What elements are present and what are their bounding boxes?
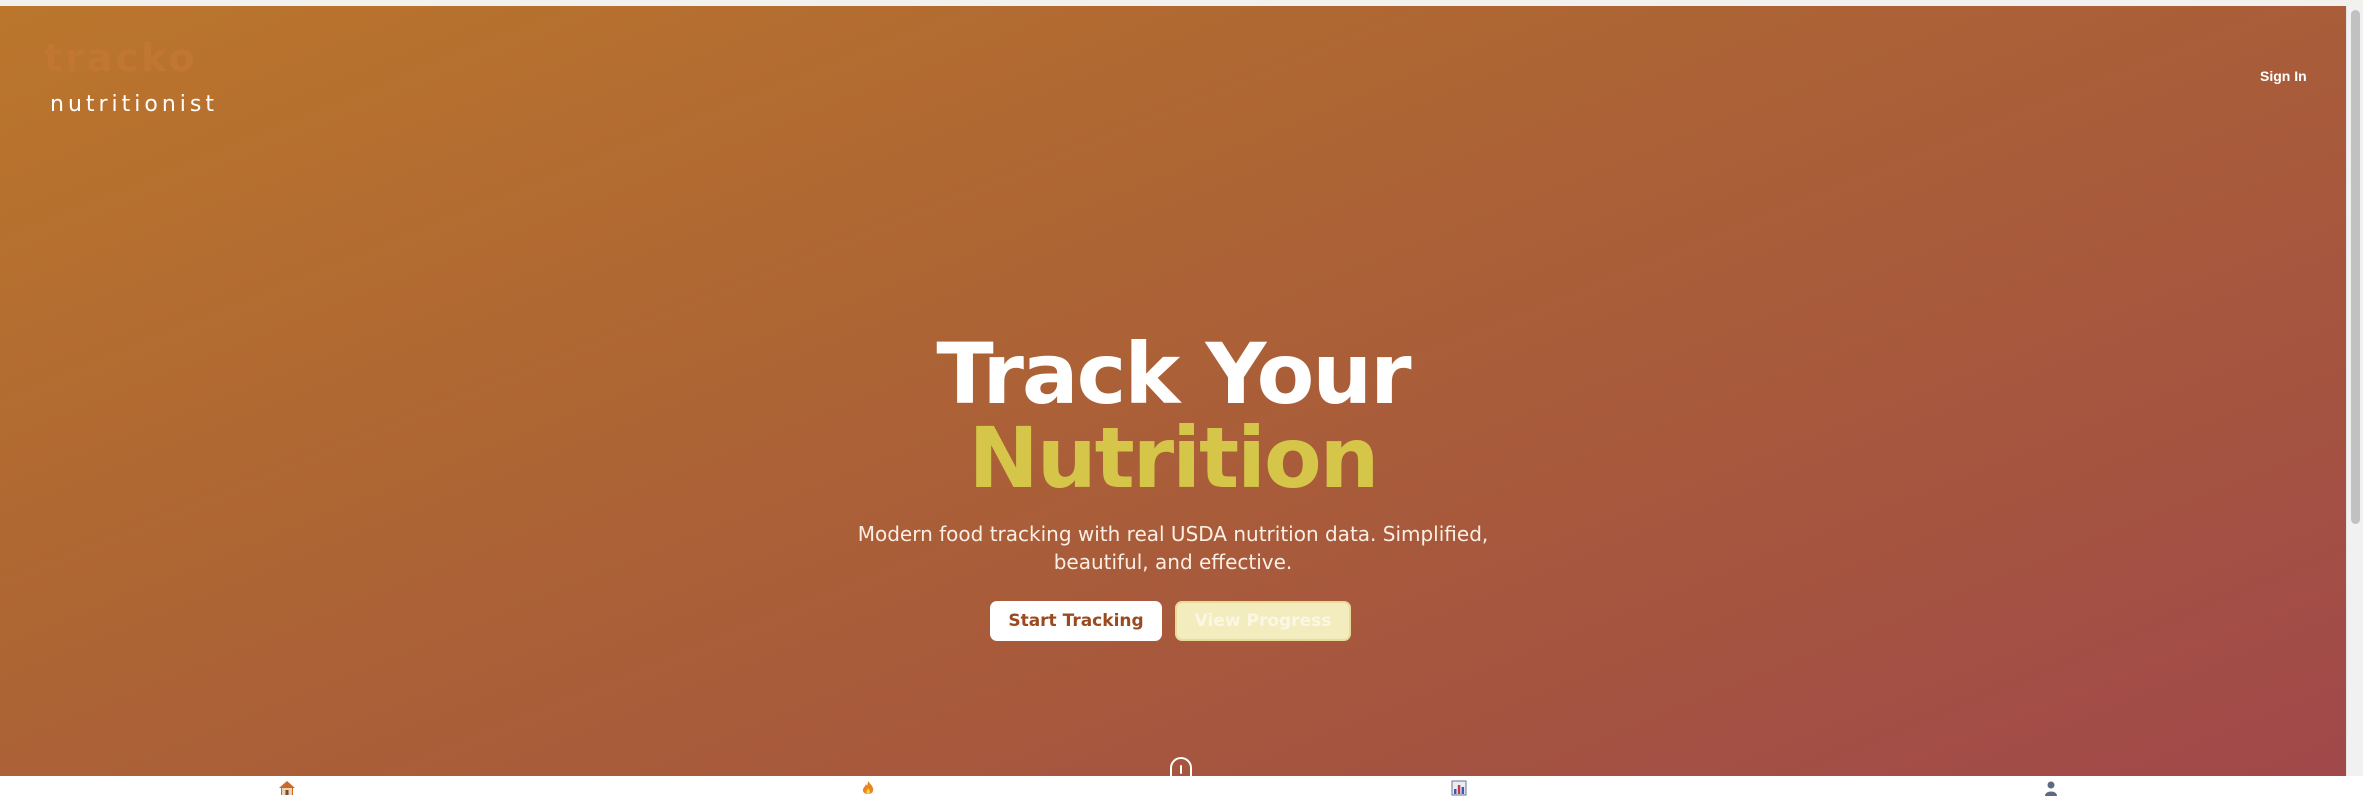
scrollbar-thumb[interactable] [2351, 10, 2360, 524]
logo-wordmark[interactable]: tracko [44, 36, 197, 80]
chart-icon [1451, 780, 1467, 796]
start-tracking-button[interactable]: Start Tracking [990, 601, 1162, 641]
nav-streak[interactable] [858, 780, 878, 798]
bottom-nav [0, 776, 2346, 798]
sign-in-link[interactable]: Sign In [2250, 62, 2317, 90]
hero-headline-line2: Nutrition [968, 409, 1380, 507]
view-progress-button[interactable]: View Progress [1175, 601, 1351, 641]
fire-icon [862, 781, 874, 795]
hero-section: tracko nutritionist Sign In Track Your N… [0, 6, 2346, 776]
page-scrollbar[interactable] [2346, 6, 2363, 776]
nav-home[interactable] [277, 780, 297, 798]
logo-subtitle: nutritionist [50, 92, 219, 117]
hero-subtitle: Modern food tracking with real USDA nutr… [857, 522, 1489, 574]
home-icon [279, 781, 295, 795]
profile-icon [2045, 781, 2057, 796]
scroll-down-indicator[interactable] [1170, 757, 1192, 776]
hero-headline-line1: Track Your [936, 325, 1411, 423]
nav-progress[interactable] [1449, 780, 1469, 798]
nav-profile[interactable] [2041, 780, 2061, 798]
